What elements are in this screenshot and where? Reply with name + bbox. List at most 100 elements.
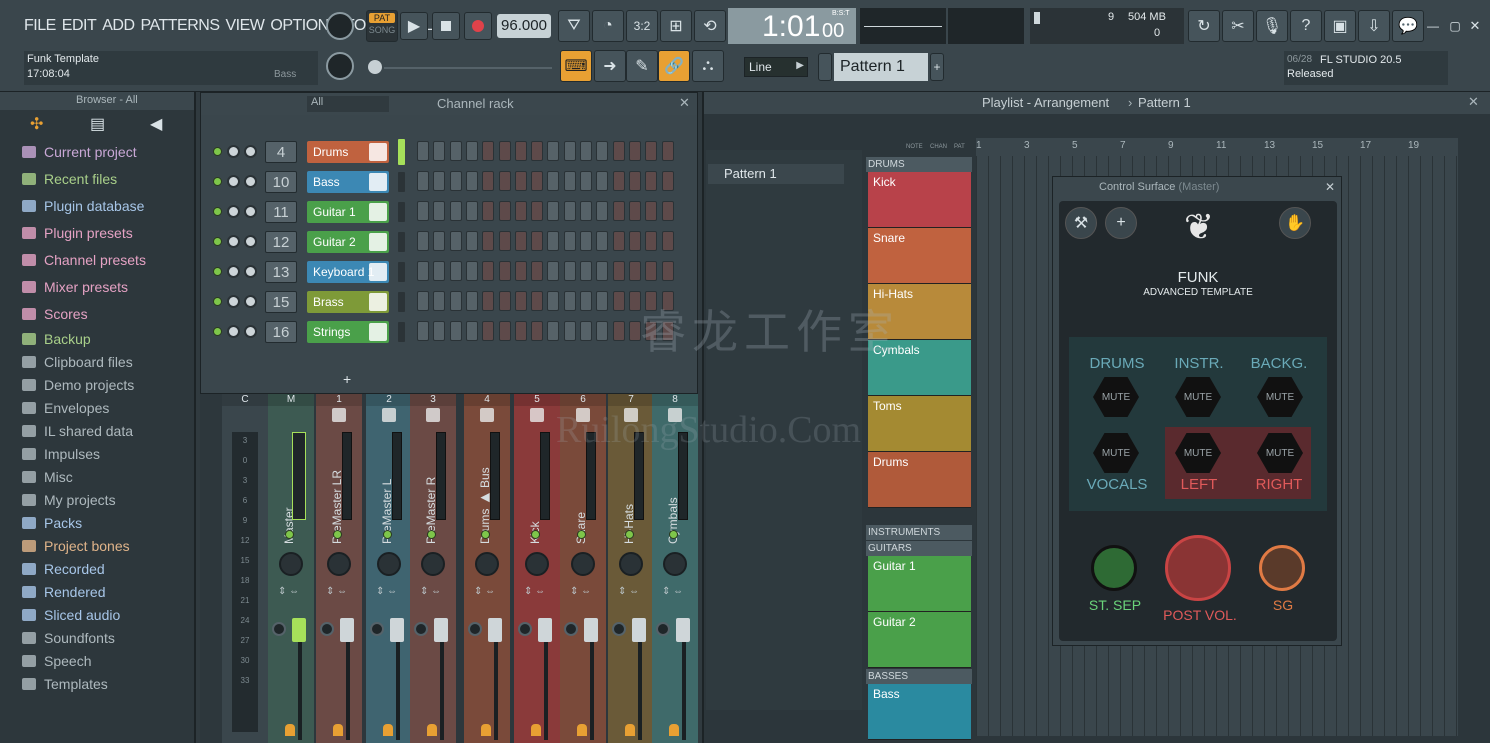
mixer-strip[interactable]: 2 PreMaster L ⇕ ⇔ (366, 394, 412, 743)
volume-fader[interactable] (632, 618, 646, 642)
channel-mute-led[interactable] (213, 177, 222, 186)
tab-all-icon[interactable]: ✣ (30, 114, 43, 134)
menu-add[interactable]: ADD (102, 17, 135, 35)
wrench-icon[interactable]: ⚒ (1065, 207, 1097, 239)
mic-button[interactable]: 🎙 (1256, 10, 1288, 42)
picker-tab-pat[interactable]: PAT (954, 144, 965, 150)
step-button[interactable] (612, 321, 625, 341)
mixer-strip[interactable]: 1 PreMaster LR ⇕ ⇔ (316, 394, 362, 743)
step-button[interactable] (465, 321, 478, 341)
step-button[interactable] (563, 231, 576, 251)
step-button[interactable] (514, 201, 527, 221)
add-channel-button[interactable]: + (343, 371, 351, 387)
channel-volume-knob[interactable] (244, 295, 257, 308)
track-header[interactable]: Drums (868, 452, 971, 508)
step-button[interactable] (531, 321, 544, 341)
news-panel[interactable]: 06/28 FL STUDIO 20.5 Released (1284, 51, 1448, 85)
browser-item[interactable]: Misc (22, 467, 73, 487)
pat-song-toggle[interactable]: PAT SONG (366, 10, 398, 42)
stereo-swap-icon[interactable]: ⇕ ⇔ (524, 586, 545, 597)
step-button[interactable] (547, 171, 560, 191)
picker-tab-note[interactable]: NOTE (906, 144, 923, 150)
step-button[interactable] (531, 171, 544, 191)
step-button[interactable] (498, 291, 511, 311)
stereo-knob[interactable] (612, 622, 626, 636)
browser-item[interactable]: Soundfonts (22, 628, 115, 648)
save-button[interactable]: ▣ (1324, 10, 1356, 42)
channel-button[interactable]: Drums (307, 141, 389, 163)
step-button[interactable] (498, 141, 511, 161)
step-button[interactable] (465, 201, 478, 221)
group-instruments-header[interactable]: INSTRUMENTS (866, 525, 972, 540)
volume-fader[interactable] (292, 618, 306, 642)
sg-knob[interactable] (1259, 545, 1305, 591)
strip-enable-led[interactable] (625, 530, 634, 539)
route-arrow-icon[interactable] (383, 724, 393, 736)
step-button[interactable] (580, 201, 592, 221)
step-button[interactable] (498, 321, 511, 341)
channel-mute-led[interactable] (213, 237, 222, 246)
channel-pan-knob[interactable] (227, 205, 240, 218)
step-button[interactable] (482, 141, 495, 161)
step-button[interactable] (465, 291, 478, 311)
step-button[interactable] (482, 171, 495, 191)
browser-item[interactable]: Backup (22, 329, 91, 349)
stereo-knob[interactable] (518, 622, 532, 636)
track-header[interactable]: Toms (868, 396, 971, 452)
browser-item[interactable]: IL shared data (22, 421, 133, 441)
step-button[interactable] (661, 141, 674, 161)
strip-pan-knob[interactable] (279, 552, 303, 576)
step-button[interactable] (433, 261, 446, 281)
step-button[interactable] (433, 201, 446, 221)
step-button[interactable] (482, 291, 495, 311)
stereo-separation-knob[interactable] (1091, 545, 1137, 591)
step-button[interactable] (547, 141, 560, 161)
strip-pan-knob[interactable] (327, 552, 351, 576)
step-button[interactable] (661, 201, 674, 221)
loop-record-button[interactable]: ⟲ (694, 10, 726, 42)
channel-mixer-track[interactable]: 12 (265, 231, 297, 253)
close-rack-icon[interactable]: ✕ (679, 95, 690, 111)
browser-item[interactable]: Channel presets (22, 250, 146, 270)
strip-pan-knob[interactable] (663, 552, 687, 576)
step-button[interactable] (482, 231, 495, 251)
step-button[interactable] (433, 291, 446, 311)
mixer-strip[interactable]: 5Kick⇕ ⇔ (514, 394, 560, 743)
strip-enable-led[interactable] (531, 530, 540, 539)
step-button[interactable] (580, 141, 592, 161)
stamp-button[interactable]: ⛬ (692, 50, 724, 82)
post-volume-knob[interactable] (1165, 535, 1231, 601)
stereo-swap-icon[interactable]: ⇕ ⇔ (376, 586, 397, 597)
step-button[interactable] (449, 291, 462, 311)
channel-select-led[interactable] (398, 262, 405, 282)
step-button[interactable] (417, 201, 429, 221)
strip-pan-knob[interactable] (619, 552, 643, 576)
channel-volume-knob[interactable] (244, 265, 257, 278)
channel-volume-knob[interactable] (244, 325, 257, 338)
strip-pan-knob[interactable] (571, 552, 595, 576)
step-button[interactable] (449, 171, 462, 191)
browser-item[interactable]: Mixer presets (22, 277, 128, 297)
step-button[interactable] (612, 261, 625, 281)
tempo-display[interactable]: 96.000 (497, 14, 551, 38)
stereo-swap-icon[interactable]: ⇕ ⇔ (474, 586, 495, 597)
plus-icon[interactable]: + (1105, 207, 1137, 239)
step-button[interactable] (417, 231, 429, 251)
step-button[interactable] (661, 171, 674, 191)
browser-item[interactable]: Envelopes (22, 398, 109, 418)
stereo-knob[interactable] (414, 622, 428, 636)
step-button[interactable] (645, 201, 658, 221)
step-button[interactable] (514, 141, 527, 161)
route-arrow-icon[interactable] (481, 724, 491, 736)
stereo-swap-icon[interactable]: ⇕ ⇔ (278, 586, 299, 597)
volume-fader[interactable] (538, 618, 552, 642)
step-button[interactable] (531, 201, 544, 221)
typing-keyboard-button[interactable]: ⌨ (560, 50, 592, 82)
step-button[interactable] (531, 261, 544, 281)
step-button[interactable] (596, 141, 609, 161)
stereo-swap-icon[interactable]: ⇕ ⇔ (570, 586, 591, 597)
stereo-knob[interactable] (272, 622, 286, 636)
tab-plugins-icon[interactable]: ◀ (150, 114, 162, 134)
route-arrow-icon[interactable] (427, 724, 437, 736)
stereo-knob[interactable] (564, 622, 578, 636)
